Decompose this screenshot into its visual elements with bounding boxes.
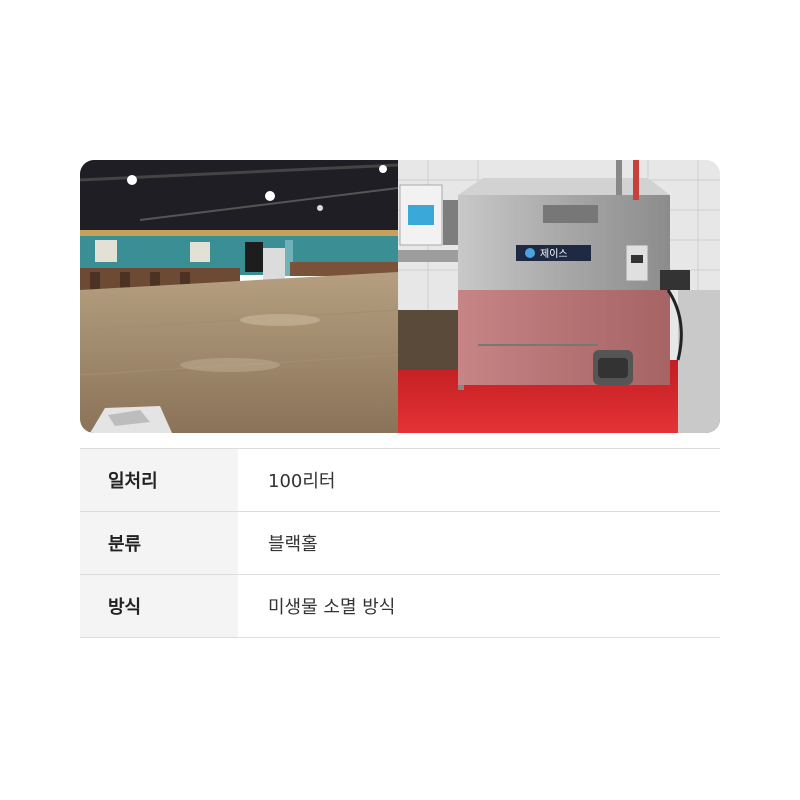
machine-brand-label: 제이스 — [540, 248, 568, 260]
spec-value: 미생물 소멸 방식 — [268, 597, 396, 618]
spec-label: 방식 — [80, 575, 238, 637]
spec-row-method: 방식 미생물 소멸 방식 — [80, 575, 720, 638]
food-waste-machine-photo: 제이스 — [398, 160, 720, 433]
product-card: 제이스 일처리 100리터 분류 블랙홀 방식 미생물 소멸 방식 — [80, 160, 720, 638]
spec-value: 100리터 — [268, 471, 336, 492]
spec-label: 분류 — [80, 512, 238, 574]
banquet-hall-photo — [80, 160, 398, 433]
spec-row-capacity: 일처리 100리터 — [80, 449, 720, 512]
photo-strip: 제이스 — [80, 160, 720, 433]
spec-table: 일처리 100리터 분류 블랙홀 방식 미생물 소멸 방식 — [80, 448, 720, 638]
spec-value: 블랙홀 — [268, 534, 318, 555]
spec-label: 일처리 — [80, 449, 238, 511]
spec-row-category: 분류 블랙홀 — [80, 512, 720, 575]
